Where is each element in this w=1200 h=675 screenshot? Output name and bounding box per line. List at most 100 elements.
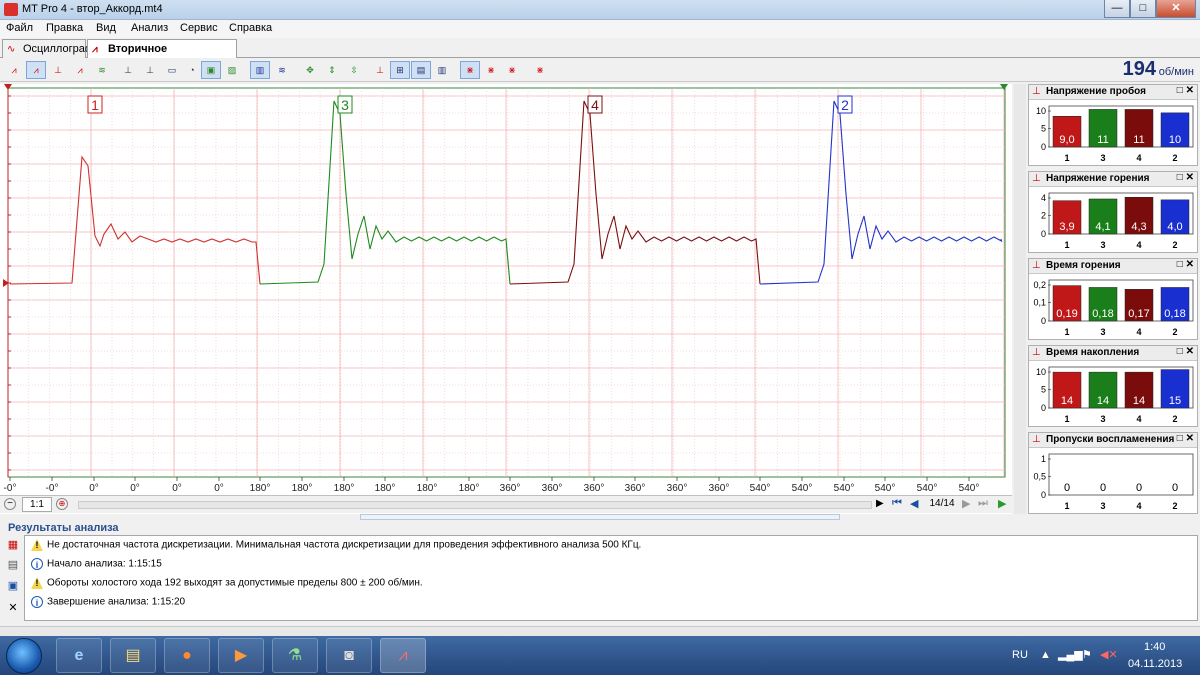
waveform-plot[interactable]: 1 3 4 2 -0° -0° 0° 0° 0° 0° 180° 180° 180° 180° 180° 18…: [0, 84, 1012, 514]
menu-view[interactable]: Вид: [96, 22, 116, 34]
fit-vertical-icon[interactable]: ⇳: [344, 61, 364, 79]
close-icon[interactable]: ✕: [1186, 259, 1194, 270]
menu-help[interactable]: Справка: [229, 22, 272, 34]
expand-vertical-icon[interactable]: ⇕: [322, 61, 342, 79]
play-icon[interactable]: ▶: [998, 497, 1006, 510]
firefox-icon[interactable]: ●: [164, 638, 210, 673]
panel-icon: ⊥: [1032, 86, 1041, 97]
waveform-canvas[interactable]: 1 3 4 2 -0° -0° 0° 0° 0° 0° 180° 180° 180° 180° 180° 18…: [0, 84, 1012, 496]
panel-4: ⊥ Время накопления □ ✕ 10 5 0 14 1 14 3 14 4 15 2: [1028, 345, 1198, 427]
menu-edit[interactable]: Правка: [46, 22, 83, 34]
x-tick-label: 540°: [750, 483, 771, 494]
camera-icon[interactable]: ◙: [326, 638, 372, 673]
volume-muted-icon[interactable]: ◀✕: [1100, 648, 1118, 661]
menu-file[interactable]: Файл: [6, 22, 33, 34]
restore-icon[interactable]: □: [1177, 172, 1186, 183]
maximize-button[interactable]: □: [1130, 0, 1156, 18]
x-tick-label: 180°: [375, 483, 396, 494]
status-bar: [0, 626, 1200, 636]
move-arrows-icon[interactable]: ✥: [300, 61, 320, 79]
level-bars-icon[interactable]: ▤: [411, 61, 431, 79]
list-item: ! Обороты холостого хода 192 выходят за д…: [31, 577, 423, 593]
waveform-3d-icon[interactable]: ≋: [92, 61, 112, 79]
scroll-right-icon[interactable]: ▶: [876, 498, 884, 509]
primary-waveform-icon[interactable]: ⊥: [118, 61, 138, 79]
list-item: i Завершение анализа: 1:15:20: [31, 596, 185, 612]
next-page-icon[interactable]: ▶: [962, 497, 970, 510]
media-player-icon[interactable]: ▶: [218, 638, 264, 673]
waveform-parade-icon[interactable]: ⩘: [4, 61, 24, 79]
clock-date[interactable]: 04.11.2013: [1128, 658, 1182, 670]
restore-icon[interactable]: □: [1177, 259, 1186, 270]
restore-icon[interactable]: □: [1177, 346, 1186, 357]
cylinder-label: 1: [91, 97, 99, 113]
restore-icon[interactable]: □: [1177, 433, 1186, 444]
start-button[interactable]: [6, 638, 42, 674]
zoom-out-icon[interactable]: −: [4, 498, 16, 510]
category-label: 2: [1172, 153, 1177, 163]
menu-service[interactable]: Сервис: [180, 22, 218, 34]
splitter-handle[interactable]: [360, 514, 840, 520]
cylinder-select-icon[interactable]: ⋇: [460, 61, 480, 79]
waveform-overlay-icon[interactable]: ⊥: [48, 61, 68, 79]
copy-results-icon[interactable]: ▤: [6, 558, 20, 572]
language-indicator[interactable]: RU: [1012, 649, 1028, 661]
panel-3: ⊥ Время горения □ ✕ 0,2 0,1 0 0,19 1 0,18 3 0,17 4 0…: [1028, 258, 1198, 340]
vertical-splitter[interactable]: [1014, 84, 1026, 514]
close-results-icon[interactable]: ✕: [6, 601, 20, 615]
y-tick-label: 0: [1041, 316, 1046, 326]
clock-time[interactable]: 1:40: [1144, 641, 1165, 653]
cursor-marker-icon[interactable]: ⊥: [370, 61, 390, 79]
waveform-raster-icon[interactable]: ⩘: [26, 61, 46, 79]
bar-value-label: 10: [1169, 134, 1181, 146]
close-button[interactable]: ✕: [1156, 0, 1196, 18]
close-icon[interactable]: ✕: [1186, 346, 1194, 357]
rpm-gauge-icon[interactable]: ◔: [182, 61, 202, 79]
menu-analysis[interactable]: Анализ: [131, 22, 168, 34]
cylinder-prev-icon[interactable]: ⋇: [502, 61, 522, 79]
measure-icon[interactable]: ⊞: [390, 61, 410, 79]
menu-bar: Файл Правка Вид Анализ Сервис Справка: [0, 20, 1200, 38]
kv-scale-icon[interactable]: ▭: [162, 61, 182, 79]
cylinder-next-icon[interactable]: ⋇: [481, 61, 501, 79]
bar-chart-icon[interactable]: ▥: [250, 61, 270, 79]
restore-icon[interactable]: □: [1177, 85, 1186, 96]
tab-secondary-voltage[interactable]: ⩘ Вторичное напряжение: [87, 39, 237, 67]
explorer-icon[interactable]: ▤: [110, 638, 156, 673]
horizontal-scrollbar[interactable]: [78, 501, 872, 509]
tab-oscilloscope[interactable]: ∿ Осциллограф: [2, 39, 94, 58]
toolbar: ⩘ ⩘ ⊥ ⩘ ≋ ⊥ ⊥ ▭ ◔ ▣ ▨ ▥ ≋ ✥ ⇕ ⇳ ⊥ ⊞ ▤ ▥ …: [0, 58, 1200, 82]
app-launcher-icon[interactable]: ⚗: [272, 638, 318, 673]
wave-pattern-icon[interactable]: ≋: [272, 61, 292, 79]
clear-results-icon[interactable]: ▦: [6, 538, 20, 552]
picture-icon[interactable]: ▨: [222, 61, 242, 79]
prev-page-icon[interactable]: ◀: [910, 497, 918, 510]
zoom-level[interactable]: 1:1: [22, 497, 52, 512]
bar-value-label: 0,18: [1164, 308, 1185, 320]
panel-buttons: □ ✕: [1177, 433, 1194, 444]
save-results-icon[interactable]: ▣: [6, 579, 20, 593]
last-page-icon[interactable]: ⏭: [978, 497, 988, 510]
close-icon[interactable]: ✕: [1186, 433, 1194, 444]
info-icon: i: [31, 558, 43, 570]
first-page-icon[interactable]: ⏮: [892, 497, 902, 510]
x-tick-label: 540°: [834, 483, 855, 494]
mt-pro-taskbar-icon[interactable]: ⩘: [380, 638, 426, 673]
histogram-icon[interactable]: ▥: [432, 61, 452, 79]
tray-expand-icon[interactable]: ▲: [1040, 649, 1051, 661]
flag-icon[interactable]: ⚑: [1082, 648, 1092, 661]
ie-icon[interactable]: e: [56, 638, 102, 673]
compare-waveform-icon[interactable]: ⊥: [140, 61, 160, 79]
network-icon[interactable]: ▂▄▆: [1058, 648, 1083, 661]
close-icon[interactable]: ✕: [1186, 85, 1194, 96]
category-label: 4: [1136, 501, 1141, 511]
minimize-button[interactable]: —: [1104, 0, 1130, 18]
bar-value-label: 0: [1136, 482, 1142, 494]
oscilloscope-icon: ∿: [7, 44, 16, 55]
trigger-icon[interactable]: ⋇: [530, 61, 550, 79]
document-check-icon[interactable]: ▣: [201, 61, 221, 79]
waveform-single-icon[interactable]: ⩘: [70, 61, 90, 79]
zoom-in-icon[interactable]: ⊕: [56, 498, 68, 510]
close-icon[interactable]: ✕: [1186, 172, 1194, 183]
x-tick-label: 360°: [542, 483, 563, 494]
